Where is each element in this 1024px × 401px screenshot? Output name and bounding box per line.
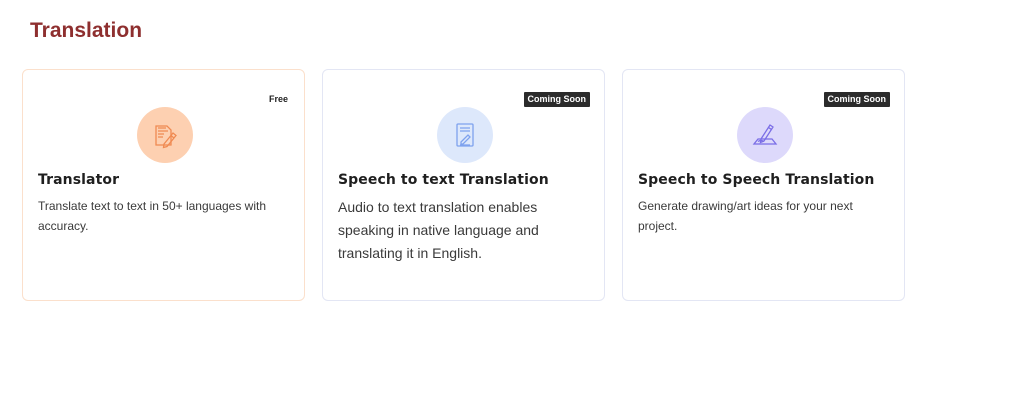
pen-writing-icon: [752, 124, 778, 145]
card-title: Speech to Speech Translation: [638, 172, 875, 188]
free-badge: Free: [268, 94, 288, 104]
document-pen-icon: [155, 125, 177, 149]
coming-soon-badge: Coming Soon: [523, 92, 590, 107]
card-translator[interactable]: Free Translator Translate text to text i…: [22, 69, 305, 301]
card-description: Audio to text translation enables speaki…: [338, 199, 539, 261]
coming-soon-badge: Coming Soon: [823, 92, 890, 107]
card-speech-to-speech[interactable]: Coming Soon Speech to Speech Translation…: [622, 69, 905, 301]
card-title: Speech to text Translation: [338, 172, 549, 188]
speech-document-icon: [456, 123, 474, 147]
card-description: Generate drawing/art ideas for your next…: [638, 199, 853, 233]
icon-circle: [737, 107, 793, 163]
section-title: Translation: [30, 19, 143, 42]
card-description: Translate text to text in 50+ languages …: [38, 199, 267, 233]
icon-circle: [437, 107, 493, 163]
icon-circle: [137, 107, 193, 163]
translation-page: Translation Free Translator Translate te…: [0, 0, 1024, 401]
card-title: Translator: [38, 172, 120, 188]
card-speech-to-text[interactable]: Coming Soon Speech to text Translation A…: [322, 69, 605, 301]
